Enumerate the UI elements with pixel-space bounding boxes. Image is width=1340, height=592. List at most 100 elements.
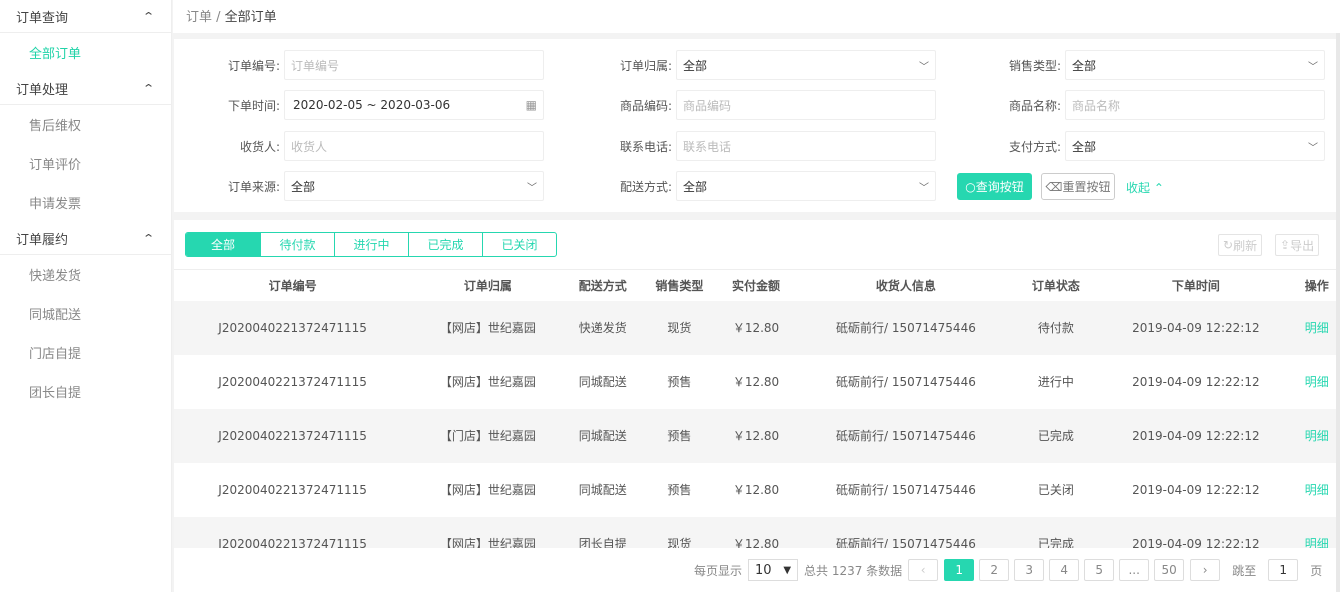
product-name-input[interactable]: 商品名称 [1065, 90, 1325, 120]
table-cell: 2019-04-09 12:22:12 [1132, 482, 1260, 497]
orders-card: 全部 待付款 进行中 已完成 已关闭 ↻ 刷新 ⇪ 导出 订单编号 订单归属 配送方式 销售类型实… [174, 220, 1336, 592]
breadcrumb: 订单 / 全部订单 [173, 0, 1340, 33]
date-range: 2020-02-05 ~ 2020-03-06 [293, 98, 451, 112]
collapse-toggle[interactable]: 收起 ⌃ [1126, 179, 1164, 196]
status-tabs: 全部 待付款 进行中 已完成 已关闭 [185, 232, 557, 257]
table-cell: 快递发货 [564, 300, 642, 355]
payment-label: 支付方式: [1008, 139, 1061, 154]
sidebar-group-label: 订单查询 [16, 10, 69, 26]
table-cell: 2019-04-09 12:22:12 [1094, 408, 1298, 463]
sidebar-item[interactable]: 申请发票 [0, 183, 171, 222]
sidebar-item[interactable]: 团长自提 [0, 372, 171, 411]
export-button[interactable]: ⇪ 导出 [1275, 234, 1320, 256]
table-cell: J2020040221372471115 [174, 408, 412, 463]
order-time-picker[interactable]: 2020-02-05 ~ 2020-03-06 ▦ [284, 90, 544, 120]
value: 全部 [291, 179, 316, 194]
detail-link[interactable]: 明细 [1297, 300, 1336, 355]
tab[interactable]: 待付款 [260, 233, 334, 256]
sale-type-select[interactable]: 全部 ﹀ [1065, 50, 1325, 80]
receiver-label: 收货人: [239, 139, 280, 154]
eraser-icon: ⌫ [1045, 179, 1063, 194]
belong-select[interactable]: 全部 ﹀ [676, 50, 936, 80]
sidebar-item[interactable]: 全部订单 [0, 33, 171, 72]
refresh-icon: ↻ [1223, 238, 1234, 252]
page-button[interactable]: ... [1119, 559, 1150, 581]
breadcrumb-parent[interactable]: 订单 [186, 10, 212, 25]
table-cell: 砥砺前行/ 15071475446 [794, 300, 1018, 355]
table-row: J2020040221372471115 【网店】世纪嘉园 同城配送 预售 ￥12.80… [174, 463, 1336, 517]
table-cell: 已完成 [1017, 408, 1095, 463]
value: 全部 [683, 58, 708, 73]
tab[interactable]: 进行中 [334, 233, 408, 256]
table-cell: 砥砺前行/ 15071475446 [836, 375, 976, 389]
table-cell: 砥砺前行/ 15071475446 [794, 408, 1018, 463]
collapse-label: 收起 [1126, 181, 1151, 195]
source-label: 订单来源: [227, 179, 280, 194]
phone-label: 联系电话: [619, 139, 672, 154]
detail-link[interactable]: 明细 [1298, 355, 1336, 409]
delivery-select[interactable]: 全部 ﹀ [676, 171, 936, 201]
table-cell: 待付款 [1017, 300, 1095, 355]
chevron-down-icon: ﹀ [919, 61, 929, 73]
detail-link[interactable]: 明细 [1297, 408, 1336, 463]
upload-icon: ⇪ [1280, 238, 1291, 252]
table-cell: 2019-04-09 12:22:12 [1132, 374, 1260, 389]
sidebar-item[interactable]: 同城配送 [0, 294, 171, 333]
prev-page-button[interactable]: ‹ [908, 559, 939, 581]
table-cell: 砥砺前行/ 15071475446 [836, 483, 976, 497]
tab[interactable]: 已完成 [408, 233, 482, 256]
order-no-input[interactable]: 订单编号 [284, 50, 544, 80]
sidebar-group[interactable]: 订单查询 ⌃ [0, 0, 171, 33]
product-code-input[interactable]: 商品编码 [676, 90, 936, 120]
source-select[interactable]: 全部 ﹀ [284, 171, 544, 201]
per-page-select[interactable]: 10 ▼ [748, 559, 799, 581]
detail-link[interactable]: 明细 [1298, 463, 1336, 517]
column-header: 下单时间 [1094, 269, 1298, 301]
column-header: 订单归属 [411, 269, 565, 301]
column-header: 配送方式 [564, 269, 642, 301]
query-button[interactable]: ○ 查询按钮 [957, 173, 1032, 200]
page-suffix: 页 [1310, 563, 1323, 578]
value: 全部 [1072, 139, 1097, 154]
tab[interactable]: 全部 [186, 233, 260, 256]
sidebar-group[interactable]: 订单履约 ⌃ [0, 222, 171, 255]
chevron-up-icon: ⌃ [141, 9, 155, 23]
filter-panel: 订单编号: 订单编号 下单时间: 2020-02-05 ~ 2020-03-06 ▦ … [174, 39, 1336, 212]
reset-label: 重置按钮 [1062, 180, 1111, 194]
sidebar-group-label: 订单履约 [16, 232, 69, 248]
phone-input[interactable]: 联系电话 [676, 131, 936, 161]
sidebar-item[interactable]: 快递发货 [0, 255, 171, 294]
sidebar-item[interactable]: 售后维权 [0, 105, 171, 144]
receiver-input[interactable]: 收货人 [284, 131, 544, 161]
chevron-up-icon: ⌃ [1153, 181, 1164, 195]
page-button[interactable]: 3 [1014, 559, 1045, 581]
sidebar-group[interactable]: 订单处理 ⌃ [0, 72, 171, 105]
table-cell: ￥12.80 [717, 300, 795, 355]
table-row: J2020040221372471115 【网店】世纪嘉园 同城配送 预售 ￥12.80… [174, 355, 1336, 409]
delivery-label: 配送方式: [619, 179, 672, 194]
table-cell: J2020040221372471115 [218, 374, 367, 389]
placeholder: 订单编号 [291, 58, 340, 73]
tab[interactable]: 已关闭 [482, 233, 556, 256]
chevron-down-icon: ﹀ [1308, 61, 1318, 73]
scrollbar[interactable] [1336, 33, 1340, 592]
column-header: 订单编号 [174, 269, 412, 301]
product-code-label: 商品编码: [619, 98, 672, 113]
page-button[interactable]: 5 [1084, 559, 1115, 581]
refresh-button[interactable]: ↻ 刷新 [1218, 234, 1263, 256]
table-cell: ￥12.80 [732, 483, 780, 497]
value: 全部 [1072, 58, 1097, 73]
sidebar-item[interactable]: 门店自提 [0, 333, 171, 372]
payment-select[interactable]: 全部 ﹀ [1065, 131, 1325, 161]
page-button[interactable]: 4 [1049, 559, 1080, 581]
page-button[interactable]: 50 [1154, 559, 1185, 581]
table-cell: 进行中 [1037, 375, 1074, 389]
page-button[interactable]: 2 [979, 559, 1010, 581]
table-cell: 已关闭 [1037, 483, 1074, 497]
reset-button[interactable]: ⌫ 重置按钮 [1041, 173, 1115, 200]
jump-input[interactable]: 1 [1268, 559, 1299, 581]
next-page-button[interactable]: › [1190, 559, 1221, 581]
sidebar-item[interactable]: 订单评价 [0, 144, 171, 183]
page-button[interactable]: 1 [944, 559, 975, 581]
table-cell: 预售 [641, 408, 718, 463]
